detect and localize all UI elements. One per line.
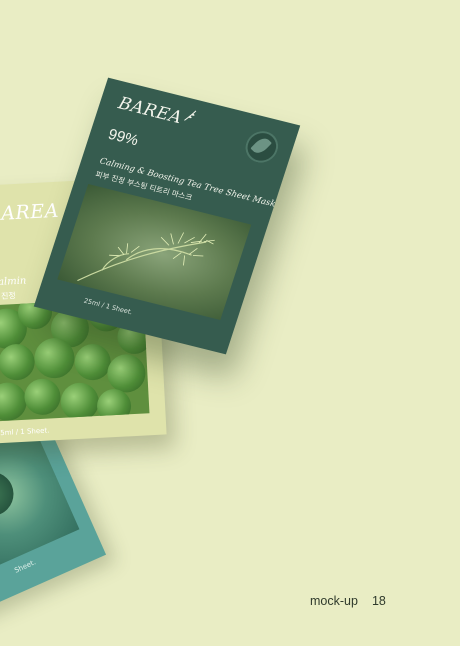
brand-logo: BAREA — [115, 93, 185, 129]
mask-volume-label: 25ml / 1 Sheet. — [82, 296, 134, 317]
mockup-stage: Sheet. BAREA Calmin 부 진정 5ml / 1 Sheet. … — [0, 0, 460, 646]
mask-title-korean: 부 진정 — [0, 291, 16, 301]
page-footer: mock-up 18 — [310, 594, 386, 608]
ingredient-percentage: 99% — [106, 125, 141, 150]
mask-volume-label: 5ml / 1 Sheet. — [0, 426, 50, 438]
tea-tree-sheet-mask: BAREA 99% Calming & Boosting Tea Tree Sh… — [33, 77, 301, 355]
brand-logo: BAREA — [0, 199, 60, 226]
footer-label: mock-up — [310, 594, 358, 608]
page-number: 18 — [371, 594, 386, 608]
leaf-seal-icon — [241, 127, 283, 167]
mask-volume-label: Sheet. — [13, 558, 38, 575]
mask-title: Calmin — [0, 275, 27, 289]
